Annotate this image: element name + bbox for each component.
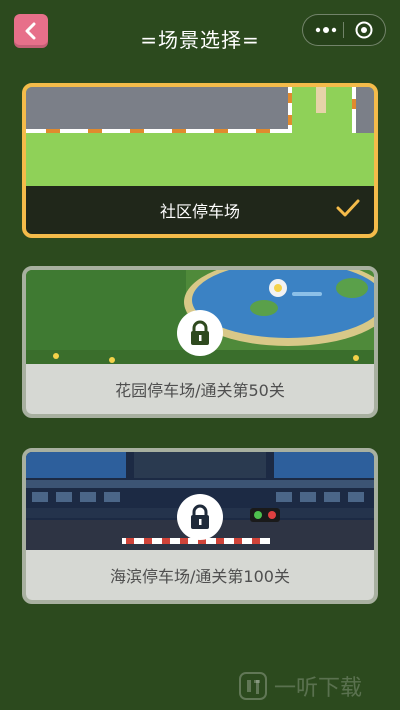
scene-label-bar: 花园停车场/通关第50关 bbox=[26, 364, 374, 414]
mini-program-capsule bbox=[302, 14, 386, 46]
scene-name: 海滨停车场/通关第100关 bbox=[110, 567, 290, 586]
scene-card-garden[interactable]: 花园停车场/通关第50关 bbox=[22, 266, 378, 418]
watermark-logo-icon bbox=[239, 672, 267, 700]
circle-close-icon bbox=[355, 21, 373, 39]
header-bar: =场景选择= bbox=[0, 0, 400, 62]
scene-card-seaside[interactable]: 海滨停车场/通关第100关 bbox=[22, 448, 378, 604]
more-button[interactable] bbox=[309, 15, 343, 45]
lock-icon bbox=[191, 504, 209, 529]
lock-badge bbox=[177, 494, 223, 540]
scene-name: 花园停车场/通关第50关 bbox=[115, 381, 285, 400]
lock-badge bbox=[177, 310, 223, 356]
watermark-text: 一听下载 bbox=[274, 676, 363, 701]
watermark: 一听下载 bbox=[238, 668, 394, 704]
more-dots-icon bbox=[315, 27, 337, 33]
close-button[interactable] bbox=[344, 15, 384, 45]
community-parking-scene bbox=[26, 87, 374, 186]
scene-name: 社区停车场 bbox=[159, 202, 240, 221]
scene-card-community[interactable]: 社区停车场 bbox=[22, 83, 378, 238]
scene-label-bar: 社区停车场 bbox=[26, 186, 374, 234]
scene-label-bar: 海滨停车场/通关第100关 bbox=[26, 550, 374, 600]
lock-icon bbox=[191, 320, 209, 345]
checkmark-icon bbox=[336, 199, 360, 217]
